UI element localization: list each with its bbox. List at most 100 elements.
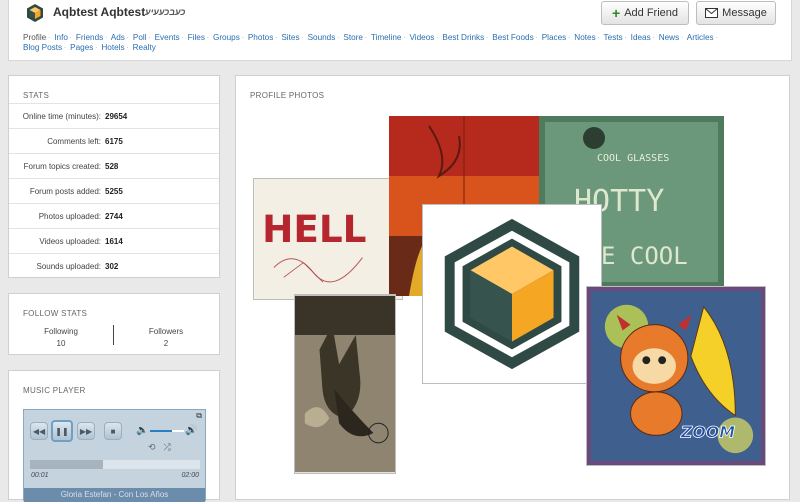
nav-link-ideas[interactable]: Ideas	[631, 33, 651, 42]
stat-label: Photos uploaded:	[38, 212, 101, 221]
nav-separator: ·	[680, 33, 684, 42]
nav-link-poll[interactable]: Poll	[133, 33, 147, 42]
stats-title: STATS	[23, 91, 50, 100]
stat-value: 2744	[105, 212, 123, 221]
profile-alt-name: כעבכעעיע	[145, 7, 186, 17]
nav-link-ads[interactable]: Ads	[111, 33, 125, 42]
nav-link-photos[interactable]: Photos	[248, 33, 274, 42]
nav-separator: ·	[104, 33, 108, 42]
popout-icon[interactable]: ⧉	[196, 411, 202, 421]
nav-link-videos[interactable]: Videos	[409, 33, 434, 42]
cool-glasses-text: COOL GLASSES	[597, 153, 669, 164]
add-friend-label: Add Friend	[624, 7, 678, 19]
nav-separator: ·	[301, 33, 304, 42]
nav-separator: ·	[336, 33, 340, 42]
profile-name[interactable]: Aqbtest Aqbtest	[53, 5, 145, 19]
nav-separator: ·	[47, 33, 51, 42]
nav-link-files[interactable]: Files	[188, 33, 205, 42]
track-duration: 02:00	[181, 472, 199, 479]
rewind-icon: ◀◀	[32, 426, 46, 436]
follow-stats-panel: FOLLOW STATS Following 10 Followers 2	[8, 293, 220, 355]
nav-link-events[interactable]: Events	[155, 33, 180, 42]
hello-image: HELL	[254, 179, 402, 299]
current-time: 00:01	[31, 472, 49, 479]
nav-link-hotels[interactable]: Hotels	[101, 43, 124, 52]
nav-separator: ·	[126, 43, 129, 52]
nav-link-news[interactable]: News	[659, 33, 679, 42]
stat-row: Sounds uploaded: 302	[9, 253, 219, 279]
nav-link-articles[interactable]: Articles	[687, 33, 714, 42]
nav-link-realty[interactable]: Realty	[133, 43, 156, 52]
follow-stats-title: FOLLOW STATS	[23, 309, 88, 318]
nav-link-best-drinks[interactable]: Best Drinks	[442, 33, 484, 42]
profile-header: Aqbtest Aqbtest כעבכעעיע + Add Friend Me…	[8, 0, 792, 61]
stat-label: Sounds uploaded:	[36, 262, 102, 271]
nav-separator: ·	[567, 33, 571, 42]
nav-separator: ·	[485, 33, 489, 42]
nav-separator: ·	[63, 43, 67, 52]
nav-link-store[interactable]: Store	[343, 33, 363, 42]
photo-cube-logo[interactable]	[422, 204, 602, 384]
profile-nav-menu: Profile · Info · Friends · Ads · Poll · Event…	[23, 33, 763, 53]
stat-value: 29654	[105, 112, 128, 121]
forward-button[interactable]: ▶▶	[77, 422, 95, 440]
dog-image	[295, 295, 395, 473]
stat-row: Photos uploaded: 2744	[9, 203, 219, 229]
nav-link-friends[interactable]: Friends	[76, 33, 103, 42]
cube-logo-image	[423, 205, 601, 383]
nav-link-sites[interactable]: Sites	[281, 33, 299, 42]
photo-monkey[interactable]: ZOOM	[586, 286, 766, 466]
nav-separator: ·	[364, 33, 368, 42]
stat-value: 528	[105, 162, 119, 171]
cube-logo-icon	[27, 4, 43, 22]
profile-photos-title: PROFILE PHOTOS	[250, 91, 325, 100]
volume-max-icon[interactable]: 🔊	[185, 425, 197, 436]
nav-separator: ·	[435, 33, 439, 42]
nav-link-groups[interactable]: Groups	[213, 33, 240, 42]
track-title[interactable]: Gloria Estefan - Con Los Años	[24, 488, 205, 502]
followers-count: 2	[163, 339, 169, 348]
nav-link-profile[interactable]: Profile	[23, 33, 46, 42]
nav-separator: ·	[148, 33, 151, 42]
followers-label: Followers	[148, 327, 184, 336]
stat-label: Comments left:	[47, 137, 101, 146]
stop-button[interactable]: ■	[104, 422, 122, 440]
nav-separator: ·	[715, 33, 718, 42]
followers-stat[interactable]: Followers 2	[114, 326, 218, 350]
stats-panel: STATS Online time (minutes): 29654 Comment…	[8, 75, 220, 278]
nav-link-timeline[interactable]: Timeline	[371, 33, 402, 42]
pause-button[interactable]: ❚❚	[51, 420, 73, 442]
volume-mute-icon[interactable]: 🔈	[136, 425, 148, 436]
monkey-image: ZOOM	[587, 287, 765, 465]
message-button[interactable]: Message	[696, 1, 776, 25]
rewind-button[interactable]: ◀◀	[30, 422, 48, 440]
nav-separator: ·	[535, 33, 538, 42]
stat-row: Forum topics created: 528	[9, 153, 219, 179]
stat-value: 1614	[105, 237, 123, 246]
music-player-title: MUSIC PLAYER	[23, 386, 86, 395]
profile-photos-panel: PROFILE PHOTOS HELL COOL GLASSES HOTTY E…	[235, 75, 790, 500]
nav-link-notes[interactable]: Notes	[574, 33, 595, 42]
plus-icon: +	[612, 5, 621, 21]
nav-link-sounds[interactable]: Sounds	[308, 33, 336, 42]
nav-separator: ·	[181, 33, 184, 42]
nav-link-tests[interactable]: Tests	[604, 33, 623, 42]
add-friend-button[interactable]: + Add Friend	[601, 1, 689, 25]
be-cool-text: E COOL	[601, 242, 688, 270]
following-label: Following	[44, 327, 78, 336]
audio-player: ⧉ ◀◀ ❚❚ ▶▶ ■ 🔈 🔊 ⟲⤮ 00:01 02:00 Gloria E…	[23, 409, 206, 502]
following-stat[interactable]: Following 10	[9, 326, 113, 350]
stat-label: Forum posts added:	[29, 187, 101, 196]
nav-link-places[interactable]: Places	[542, 33, 567, 42]
photo-hello[interactable]: HELL	[253, 178, 403, 300]
message-label: Message	[722, 7, 767, 19]
stat-value: 302	[105, 262, 119, 271]
stat-label: Online time (minutes):	[22, 112, 101, 121]
nav-link-pages[interactable]: Pages	[70, 43, 93, 52]
hello-text: HELL	[262, 207, 366, 251]
nav-link-info[interactable]: Info	[54, 33, 68, 42]
photo-dog[interactable]	[294, 294, 396, 474]
nav-link-best-foods[interactable]: Best Foods	[492, 33, 533, 42]
nav-link-blog-posts[interactable]: Blog Posts	[23, 43, 62, 52]
repeat-shuffle-icons[interactable]: ⟲⤮	[148, 442, 179, 453]
